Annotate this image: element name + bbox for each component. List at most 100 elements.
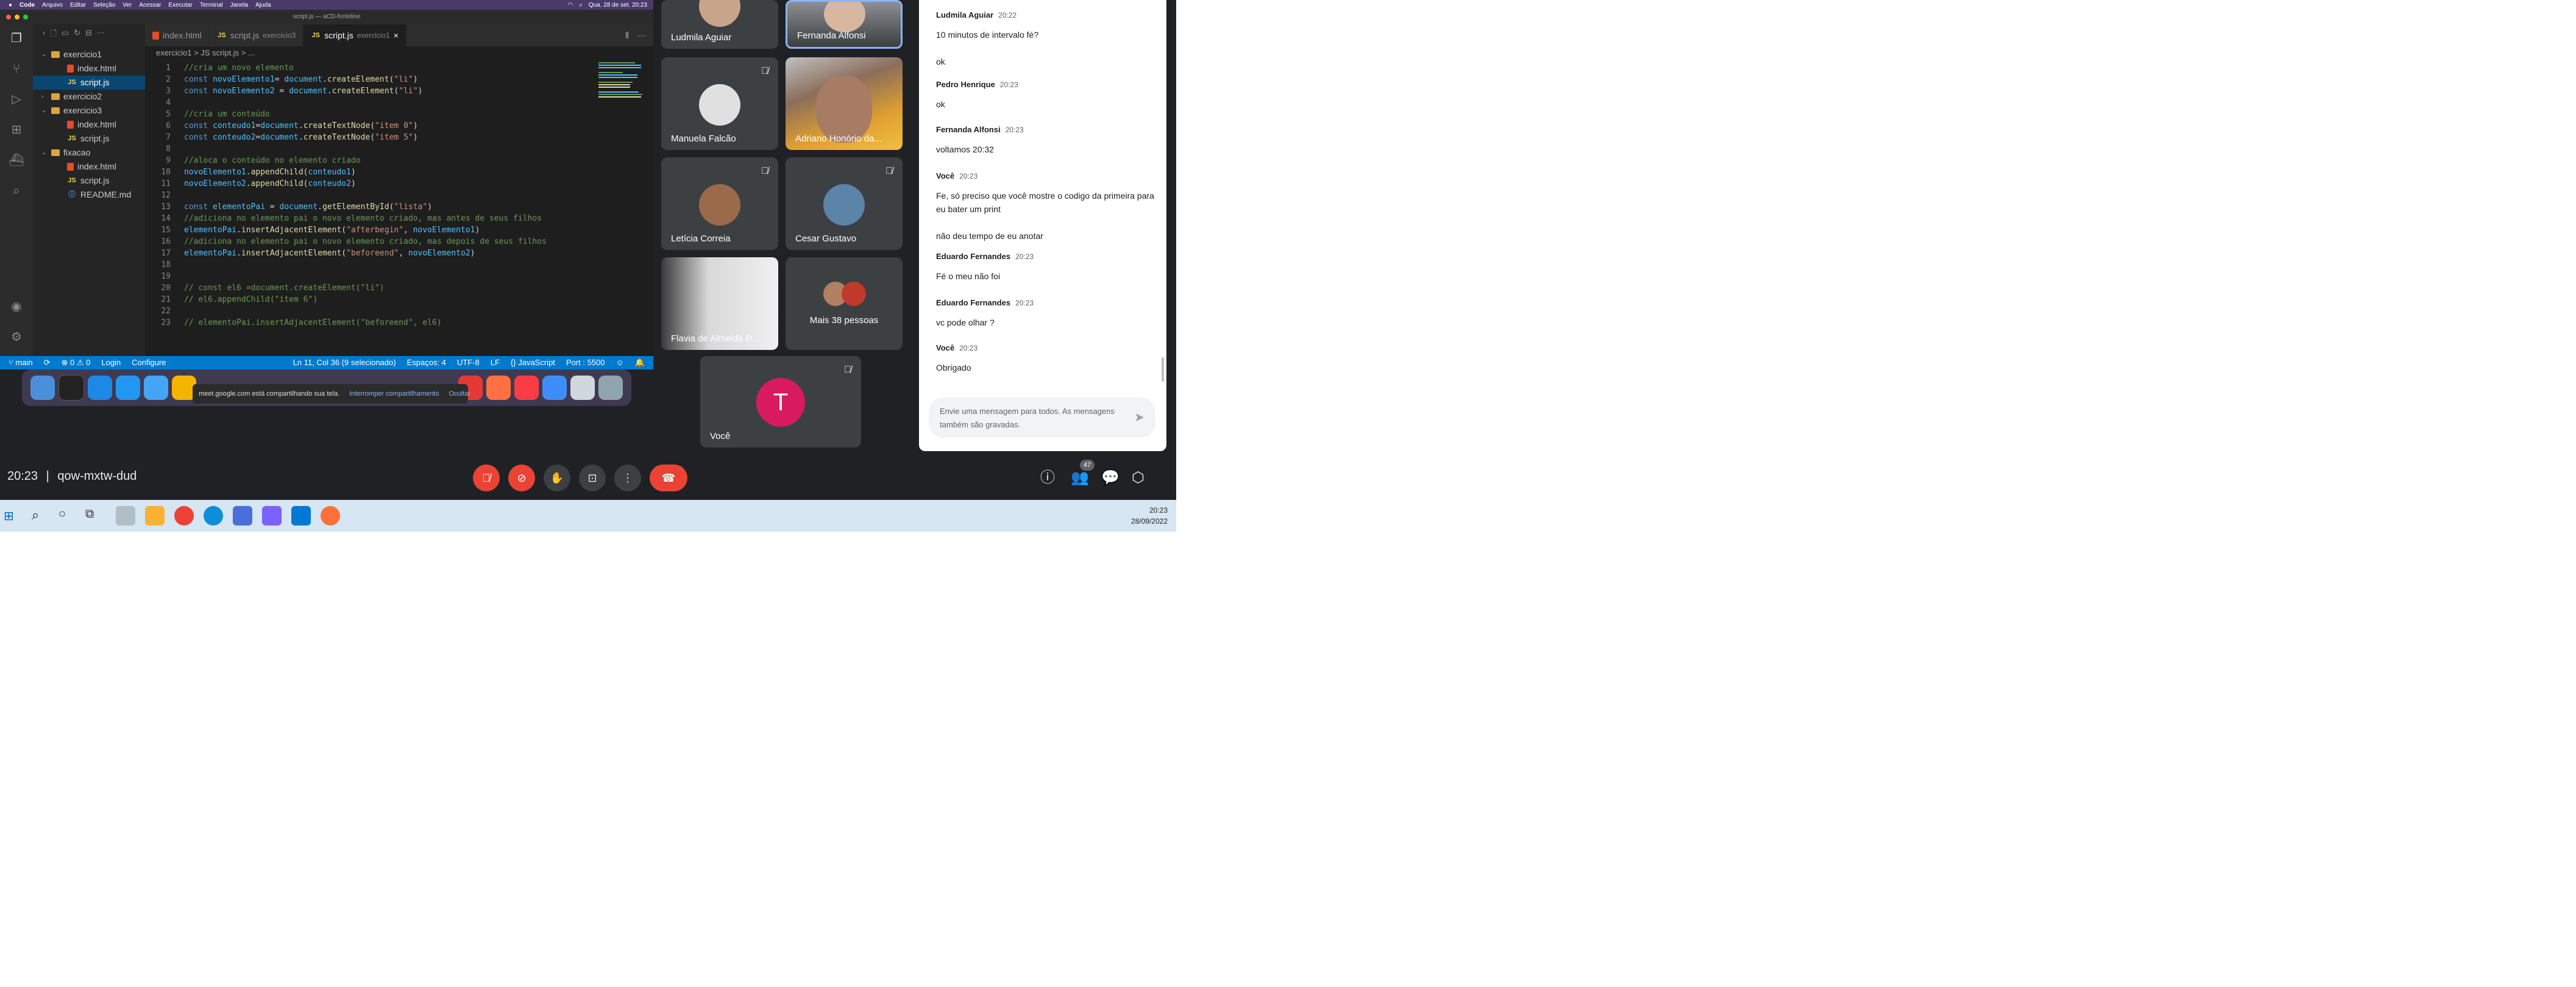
- participant-tile-active-speaker[interactable]: Fernanda Alfonsi: [786, 0, 903, 49]
- finder-icon[interactable]: [30, 376, 55, 400]
- taskbar-clock[interactable]: 20:23 28/09/2022: [1131, 505, 1168, 527]
- language-mode[interactable]: {} JavaScript: [511, 358, 555, 368]
- notifications-icon[interactable]: 🔔: [635, 358, 645, 368]
- firefox-icon[interactable]: [321, 506, 340, 526]
- code-line[interactable]: 9 //aloca o conteúdo no elemento criado: [145, 155, 360, 166]
- participant-tile[interactable]: 🎙̸ Flavia de Almeida P...: [661, 257, 778, 350]
- chat-icon[interactable]: 💬: [1101, 471, 1119, 485]
- code-line[interactable]: 2 const novoElemento1= document.createEle…: [145, 74, 417, 85]
- more-icon[interactable]: ⋯: [97, 28, 105, 40]
- encoding-setting[interactable]: UTF-8: [457, 358, 480, 368]
- close-window-icon[interactable]: [6, 15, 11, 20]
- minimize-window-icon[interactable]: [15, 15, 20, 20]
- code-line[interactable]: 18: [145, 259, 184, 271]
- split-editor-icon[interactable]: ⫴: [625, 30, 629, 41]
- safari-icon[interactable]: [116, 376, 140, 400]
- music-icon[interactable]: [514, 376, 539, 400]
- participant-tile[interactable]: Ludmila Aguiar: [661, 0, 778, 49]
- code-line[interactable]: 14 //adiciona no elemento pai o novo elem…: [145, 213, 542, 224]
- code-editor[interactable]: 1 //cria um novo elemento 2 const novoEleme…: [145, 60, 653, 356]
- windows-start-icon[interactable]: ⊞: [4, 508, 14, 524]
- breadcrumb[interactable]: exercicio1 > JS script.js > ...: [145, 46, 653, 60]
- apple-icon[interactable]: ●: [9, 2, 12, 9]
- menubar-datetime[interactable]: Qua. 28 de set. 20:23: [589, 2, 647, 9]
- menu-executar[interactable]: Executar: [168, 2, 192, 9]
- collapse-all-icon[interactable]: ⊟: [85, 28, 92, 40]
- raise-hand-button[interactable]: ✋: [544, 465, 570, 491]
- extensions-icon[interactable]: ⊞: [9, 122, 24, 138]
- participant-tile[interactable]: 🎙̸ Manuela Falcão: [661, 57, 778, 150]
- mail-icon[interactable]: [144, 376, 168, 400]
- more-options-button[interactable]: ⋮: [614, 465, 641, 491]
- search-icon[interactable]: ⌕: [9, 183, 24, 199]
- menu-arquivo[interactable]: Arquivo: [42, 2, 63, 9]
- editor-tab[interactable]: JS script.js exercicio1 ×: [303, 24, 406, 46]
- firefox-icon[interactable]: [486, 376, 511, 400]
- camera-toggle-button[interactable]: ⊘: [508, 465, 535, 491]
- code-line[interactable]: 15 elementoPai.insertAdjacentElement("aft…: [145, 224, 480, 236]
- code-line[interactable]: 5 //cria um conteúdo: [145, 109, 270, 120]
- menu-selecao[interactable]: Seleção: [93, 2, 115, 9]
- problems-indicator[interactable]: ⊗ 0 ⚠ 0: [62, 358, 91, 368]
- meeting-details-icon[interactable]: ⓘ: [1040, 471, 1055, 485]
- code-line[interactable]: 23 // elementoPai.insertAdjacentElement("…: [145, 317, 441, 329]
- send-icon[interactable]: ➤: [1134, 410, 1144, 425]
- menu-terminal[interactable]: Terminal: [200, 2, 223, 9]
- chat-input[interactable]: Envie uma mensagem para todos. As mensag…: [929, 397, 1155, 438]
- feedback-icon[interactable]: ☺: [616, 358, 624, 368]
- mic-toggle-button[interactable]: 🎙̸: [473, 465, 500, 491]
- code-line[interactable]: 16 //adiciona no elemento pai o novo elem…: [145, 236, 546, 248]
- participant-tile[interactable]: 🎙̸ Letícia Correia: [661, 157, 778, 250]
- activities-icon[interactable]: ⬡: [1132, 471, 1144, 485]
- menubar-app-name[interactable]: Code: [20, 2, 35, 9]
- explorer-item[interactable]: ⓘ README.md: [33, 188, 145, 202]
- git-branch-icon[interactable]: ⑂ main: [9, 358, 33, 368]
- collapse-icon[interactable]: ‹: [43, 28, 45, 40]
- explorer-item[interactable]: index.html: [33, 62, 145, 76]
- explorer-item[interactable]: JS script.js: [33, 174, 145, 188]
- editor-tab[interactable]: JS script.js exercicio3: [209, 24, 304, 46]
- terminal-icon[interactable]: [59, 375, 84, 401]
- code-line[interactable]: 11 novoElemento2.appendChild(conteudo2): [145, 178, 355, 190]
- maximize-window-icon[interactable]: [23, 15, 28, 20]
- new-file-icon[interactable]: 🗋: [50, 28, 56, 40]
- search-icon[interactable]: ⌕: [579, 2, 583, 9]
- menu-ver[interactable]: Ver: [122, 2, 132, 9]
- code-line[interactable]: 7 const conteudo2=document.createTextNode…: [145, 132, 417, 143]
- menu-ajuda[interactable]: Ajuda: [255, 2, 271, 9]
- code-line[interactable]: 19: [145, 271, 184, 282]
- explorer-item[interactable]: JS script.js: [33, 76, 145, 90]
- sync-icon[interactable]: ⟳: [44, 358, 51, 368]
- code-line[interactable]: 6 const conteudo1=document.createTextNode…: [145, 120, 417, 132]
- people-icon[interactable]: 👥: [1071, 471, 1089, 485]
- code-line[interactable]: 22: [145, 305, 184, 317]
- code-line[interactable]: 12: [145, 190, 184, 201]
- code-line[interactable]: 10 novoElemento1.appendChild(conteudo1): [145, 166, 355, 178]
- chrome-icon[interactable]: [174, 506, 194, 526]
- chat-scrollbar[interactable]: [1162, 357, 1164, 382]
- vscode-icon[interactable]: [291, 506, 311, 526]
- menu-editar[interactable]: Editar: [70, 2, 86, 9]
- edge-icon[interactable]: [204, 506, 223, 526]
- pinned-app-icon[interactable]: [116, 506, 135, 526]
- explorer-item[interactable]: › exercicio2: [33, 90, 145, 104]
- cursor-position[interactable]: Ln 11, Col 36 (9 selecionado): [293, 358, 396, 368]
- explorer-item[interactable]: ⌄ exercicio3: [33, 104, 145, 118]
- zoom-icon[interactable]: [262, 506, 282, 526]
- run-debug-icon[interactable]: ▷: [9, 91, 24, 107]
- more-actions-icon[interactable]: ⋯: [637, 30, 646, 41]
- code-line[interactable]: 1 //cria um novo elemento: [145, 62, 294, 74]
- cortana-icon[interactable]: ○: [59, 507, 66, 521]
- hide-share-notice-button[interactable]: Ocultar: [449, 390, 470, 397]
- indentation-setting[interactable]: Espaços: 4: [407, 358, 446, 368]
- explorer-item[interactable]: index.html: [33, 118, 145, 132]
- code-line[interactable]: 13 const elementoPai = document.getElemen…: [145, 201, 432, 213]
- editor-tab[interactable]: index.html: [145, 24, 210, 46]
- self-view-tile[interactable]: 🎙̸ T Você: [700, 356, 861, 447]
- mail-icon[interactable]: [233, 506, 252, 526]
- code-line[interactable]: 3 const novoElemento2 = document.createEl…: [145, 85, 422, 97]
- leave-call-button[interactable]: ☎: [650, 465, 687, 491]
- login-button[interactable]: Login: [101, 358, 121, 368]
- explorer-item[interactable]: index.html: [33, 160, 145, 174]
- wifi-icon[interactable]: ◠: [567, 2, 573, 9]
